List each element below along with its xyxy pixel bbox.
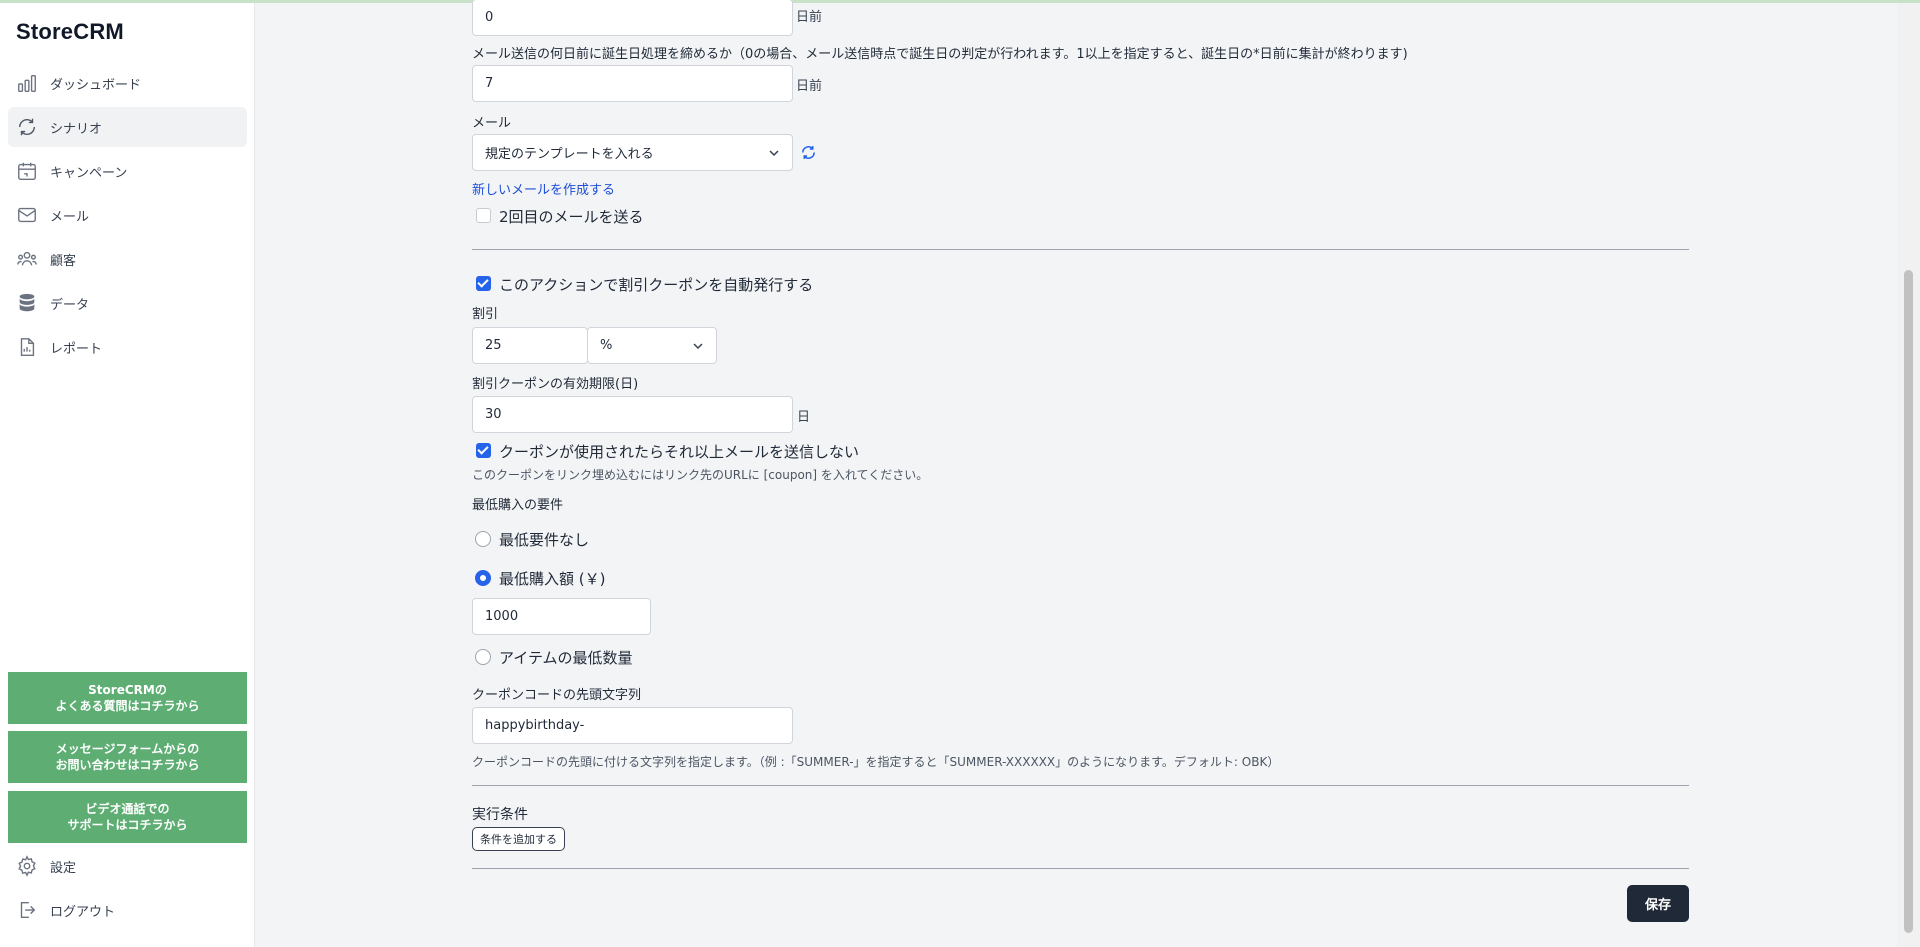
sidebar-item-mail[interactable]: メール [8, 195, 247, 235]
document-icon [20, 338, 35, 356]
refresh-icon[interactable] [800, 144, 817, 161]
logout-icon [20, 901, 36, 919]
database-icon [19, 293, 35, 312]
help-line: メッセージフォームからの [55, 742, 200, 756]
sidebar-item-label: 顧客 [50, 253, 77, 269]
discount-value-input[interactable]: 25 [472, 327, 588, 364]
gear-icon [18, 855, 36, 877]
scrollbar-thumb[interactable] [1904, 270, 1913, 933]
section-divider [472, 868, 1689, 869]
settings-label: 設定 [50, 860, 77, 876]
mail-template-select[interactable]: 規定のテンプレートを入れる [472, 134, 793, 171]
add-condition-button[interactable]: 条件を追加する [472, 827, 565, 851]
auto-coupon-label: このアクションで割引クーポンを自動発行する [499, 276, 814, 294]
expiry-label: 割引クーポンの有効期限(日) [472, 377, 639, 392]
mail-label: メール [472, 116, 512, 131]
chevron-down-icon [693, 343, 703, 350]
sidebar-item-label: データ [50, 297, 90, 313]
discount-unit-value: % [600, 338, 613, 353]
prefix-hint: クーポンコードの先頭に付ける文字列を指定します。（例 :「SUMMER-」を指定… [472, 755, 1280, 769]
coupon-hint: このクーポンをリンク埋め込むにはリンク先のURLに [coupon] を入れてく… [472, 468, 929, 482]
cutoff-days-input[interactable]: 7 [472, 65, 793, 102]
second-mail-checkbox[interactable] [476, 208, 491, 223]
discount-unit-select[interactable]: % [587, 327, 717, 364]
sidebar-item-label: ダッシュボード [50, 77, 142, 93]
sidebar-nav: ダッシュボード シナリオ キャンペーン メール 顧客 データ レポート [8, 63, 247, 371]
sidebar-item-campaign[interactable]: キャンペーン [8, 151, 247, 191]
requirement-none-label: 最低要件なし [499, 531, 590, 549]
help-line: StoreCRMの [88, 683, 167, 697]
new-mail-link[interactable]: 新しいメールを作成する [472, 179, 615, 198]
section-divider [472, 249, 1689, 250]
sidebar: StoreCRM ダッシュボード シナリオ キャンペーン メール 顧客 データ … [0, 3, 255, 947]
sidebar-item-label: キャンペーン [50, 165, 128, 181]
sidebar-item-dashboard[interactable]: ダッシュボード [8, 63, 247, 103]
mail-select-value: 規定のテンプレートを入れる [485, 147, 654, 162]
sidebar-item-customers[interactable]: 顧客 [8, 239, 247, 279]
help-line: ビデオ通話での [85, 802, 170, 816]
help-line: お問い合わせはコチラから [55, 758, 200, 772]
section-divider [472, 785, 1689, 786]
chart-bars-icon [18, 74, 36, 92]
prefix-label: クーポンコードの先頭文字列 [472, 688, 642, 703]
min-amount-input[interactable]: 1000 [472, 598, 651, 635]
discount-label: 割引 [472, 307, 499, 322]
days-before-input[interactable]: 0 [472, 0, 793, 36]
help-line: よくある質問はコチラから [55, 699, 200, 713]
stop-mail-label: クーポンが使用されたらそれ以上メールを送信しない [499, 443, 860, 461]
mail-icon [18, 207, 36, 223]
days-before-suffix: 日前 [796, 10, 823, 25]
coupon-prefix-input[interactable]: happybirthday- [472, 707, 793, 744]
second-mail-label: 2回目のメールを送る [499, 208, 644, 226]
logout-label: ログアウト [50, 904, 116, 920]
calendar-icon [18, 162, 36, 180]
requirement-amount-label: 最低購入額 (￥) [499, 570, 606, 588]
users-icon [17, 251, 37, 266]
video-support-link-button[interactable]: ビデオ通話での サポートはコチラから [8, 791, 247, 843]
auto-coupon-checkbox[interactable] [476, 276, 491, 291]
sidebar-item-label: シナリオ [50, 121, 103, 137]
scenario-form: 0 日前 メール送信の何日前に誕生日処理を締めるか（0の場合、メール送信時点で誕… [256, 0, 1897, 947]
chevron-down-icon [769, 150, 779, 157]
stop-mail-checkbox[interactable] [476, 443, 491, 458]
requirement-amount-radio[interactable] [475, 570, 491, 586]
logout-link[interactable]: ログアウト [16, 896, 115, 924]
sidebar-item-report[interactable]: レポート [8, 327, 247, 367]
requirement-quantity-label: アイテムの最低数量 [499, 649, 633, 667]
sidebar-item-label: レポート [50, 341, 103, 357]
page-scrollbar[interactable] [1897, 3, 1920, 947]
cutoff-suffix: 日前 [796, 79, 823, 94]
cutoff-label: メール送信の何日前に誕生日処理を締めるか（0の場合、メール送信時点で誕生日の判定… [472, 47, 1408, 62]
help-line: サポートはコチラから [67, 818, 188, 832]
sidebar-item-data[interactable]: データ [8, 283, 247, 323]
settings-link[interactable]: 設定 [16, 852, 76, 880]
contact-form-link-button[interactable]: メッセージフォームからの お問い合わせはコチラから [8, 731, 247, 783]
expiry-days-input[interactable]: 30 [472, 396, 793, 433]
save-button[interactable]: 保存 [1627, 885, 1689, 922]
brand-logo[interactable]: StoreCRM [16, 19, 124, 45]
min-requirement-label: 最低購入の要件 [472, 498, 564, 513]
conditions-heading: 実行条件 [472, 807, 528, 823]
sidebar-item-scenario[interactable]: シナリオ [8, 107, 247, 147]
expiry-suffix: 日 [797, 410, 811, 425]
faq-link-button[interactable]: StoreCRMの よくある質問はコチラから [8, 672, 247, 724]
requirement-none-radio[interactable] [475, 531, 491, 547]
requirement-quantity-radio[interactable] [475, 649, 491, 665]
refresh-cycle-icon [18, 118, 36, 136]
sidebar-item-label: メール [50, 209, 90, 225]
